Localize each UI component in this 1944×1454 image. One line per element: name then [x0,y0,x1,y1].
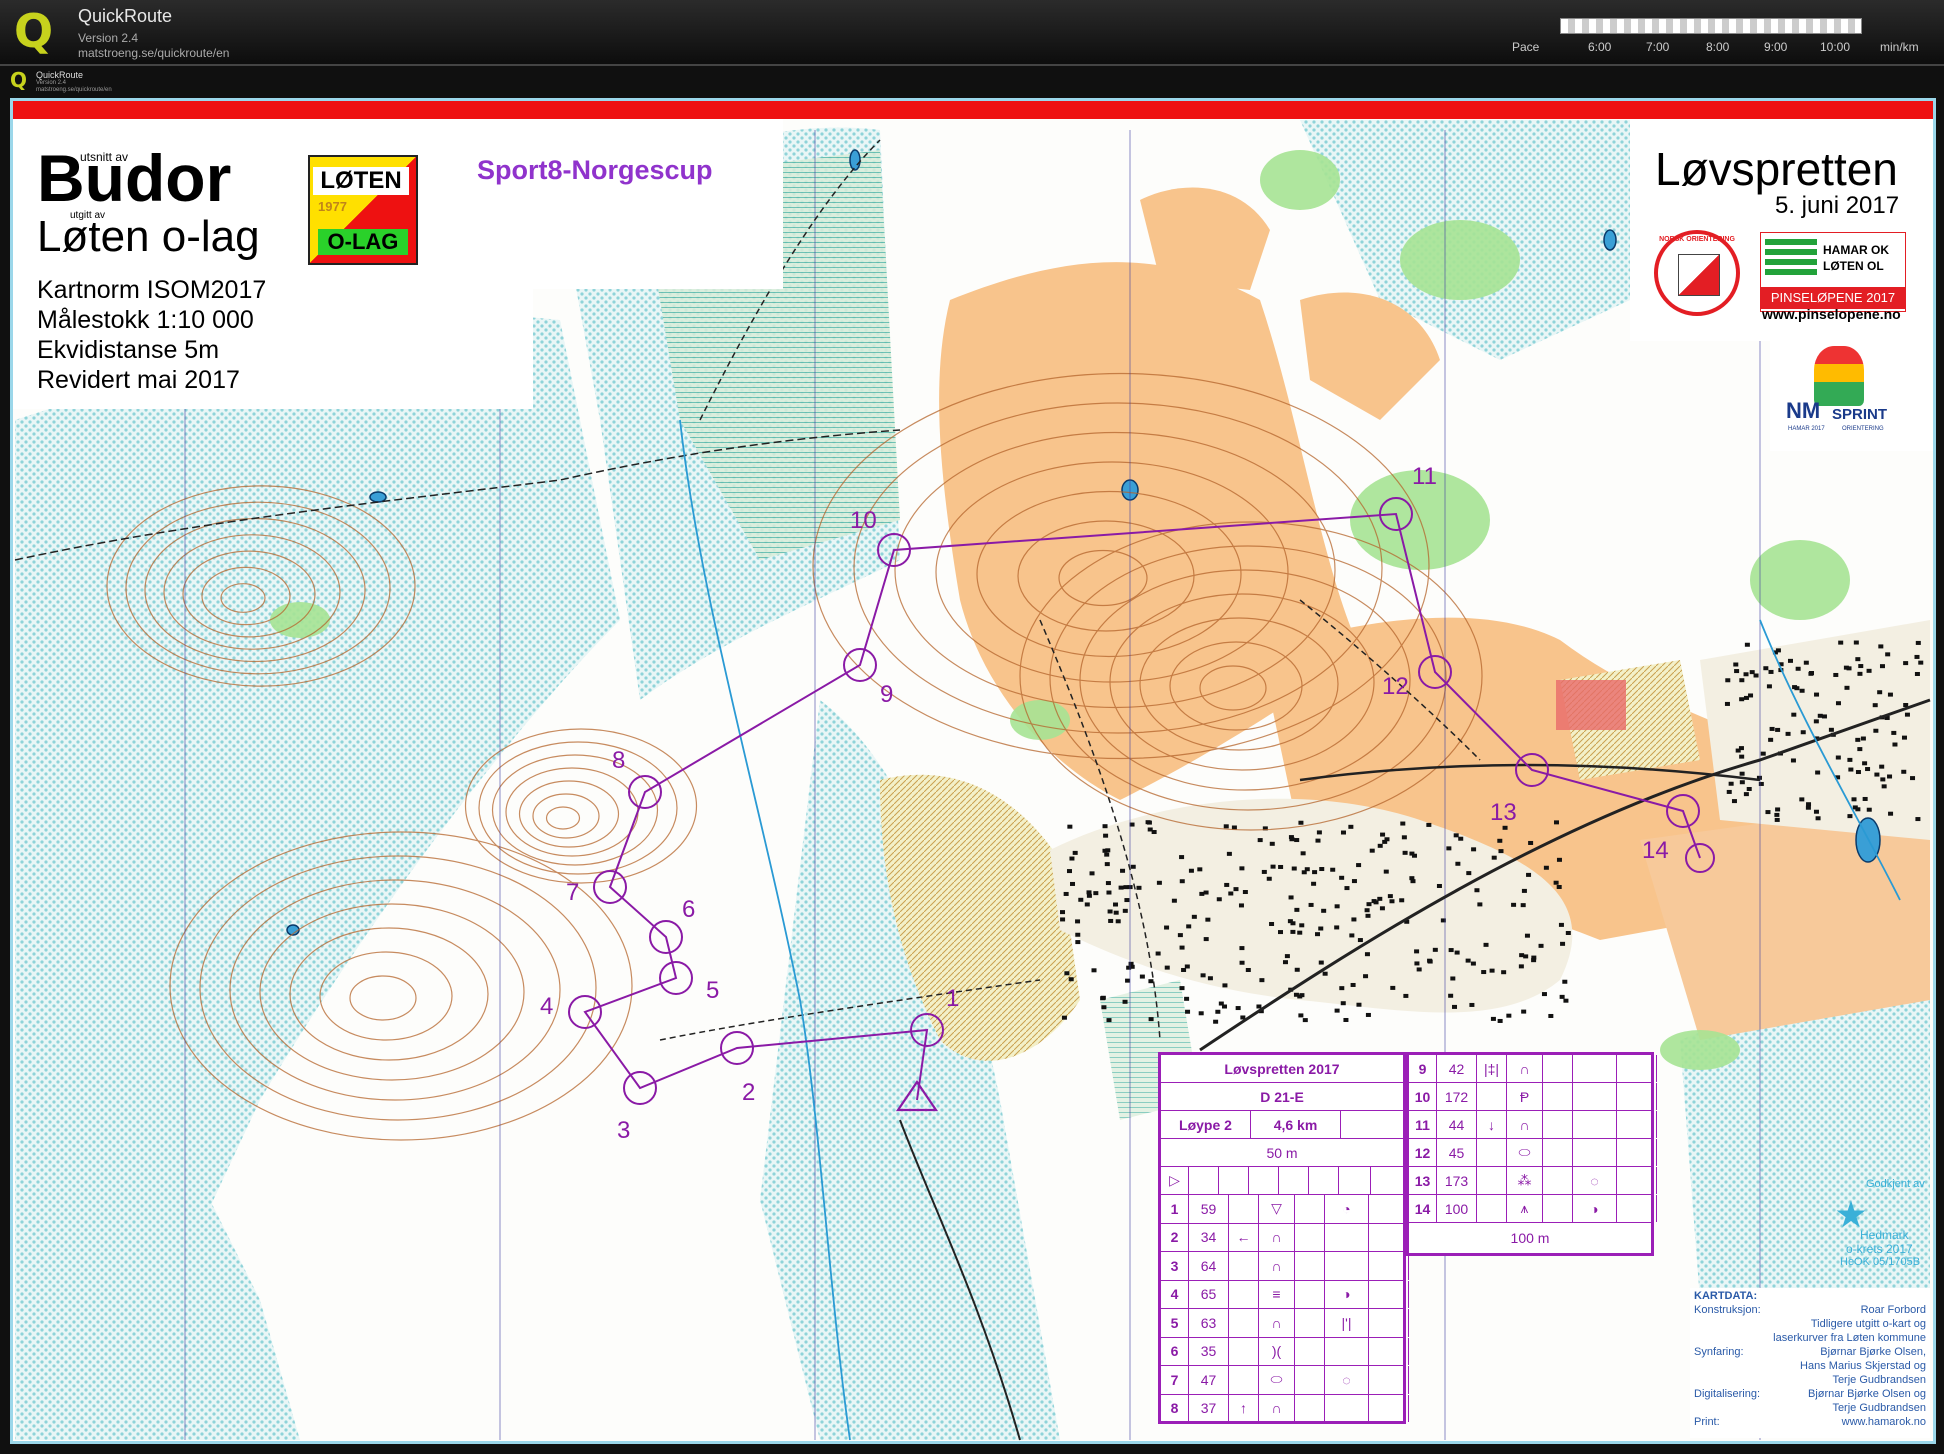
control-number: 3 [617,1117,630,1144]
norsk-orientering-logo: NORSK ORIENTERING [1654,230,1740,316]
publisher-name: Løten o-lag [37,212,260,261]
description-row: 1 59 ▽ ◔ [1161,1195,1409,1224]
description-row: 12 45 ⬭ [1409,1139,1657,1167]
map-info: Revidert mai 2017 [37,366,240,394]
control-description-sheet: Løvspretten 2017 D 21-E Løype 2 4,6 km 5… [1158,1052,1409,1424]
control-number: 2 [742,1079,755,1106]
loten-club-logo: LØTEN 1977 O-LAG [308,155,418,265]
map-top-red-bar [13,101,1933,119]
area-title: Budor [37,141,232,215]
desc-start-symbol-row: ▷ [1161,1167,1403,1195]
control-description-sheet-2: 9 42 |‡| ∩ 10 172 Ᵽ 11 44 ↓ ∩ 12 45 ⬭ 13 173 ⁂ ◌ 14 100 ⩚ ◑ 1… [1406,1052,1657,1256]
event-date: 5. juni 2017 [1775,192,1900,219]
start-triangle-icon: ▷ [1161,1167,1189,1194]
star-icon [1836,1200,1866,1228]
event-title: Løvspretten [1655,143,1898,195]
tree-icon [1765,239,1817,279]
description-row: 11 44 ↓ ∩ [1409,1111,1657,1139]
description-row: 8 37 ↑ ∩ [1161,1394,1409,1423]
kartdata-box: KARTDATA: Konstruksjon: Roar Forbord Tid… [1690,1288,1930,1438]
pinse-url: www.pinselopene.no [1762,306,1901,322]
control-number: 11 [1412,463,1437,490]
control-number: 14 [1642,837,1669,864]
map-info: Ekvidistanse 5m [37,336,220,364]
nm-sprint-logo: NM SPRINT HAMAR 2017 ORIENTERING [1784,346,1904,442]
description-row: 9 42 |‡| ∩ [1409,1055,1657,1083]
runner-icon [1814,346,1864,406]
map-title-box-ext [533,119,783,289]
control-number: 8 [612,747,625,774]
cup-title: Sport8-Norgescup [477,155,713,185]
control-number: 10 [850,507,877,534]
control-number: 5 [706,977,719,1004]
description-row: 3 64 ∩ [1161,1252,1409,1281]
description-row: 7 47 ⬭ ◌ [1161,1366,1409,1395]
desc-class-row: D 21-E [1161,1083,1403,1111]
orienteering-flag-icon [1678,254,1720,296]
control-number: 1 [946,985,959,1012]
control-number: 7 [566,879,579,906]
description-row: 5 63 ∩ |'| [1161,1309,1409,1338]
description-row: 14 100 ⩚ ◑ [1409,1195,1657,1223]
description-row: 6 35)( [1161,1337,1409,1366]
desc-finish-row: 100 m [1510,1230,1550,1246]
desc-start-row: 50 m [1161,1139,1403,1167]
control-number: 13 [1490,799,1517,826]
restricted-area [1556,680,1626,730]
control-number: 12 [1382,673,1409,700]
description-row: 13 173 ⁂ ◌ [1409,1167,1657,1195]
control-number: 6 [682,896,695,923]
description-row: 4 65 ≡ ◑ [1161,1280,1409,1309]
desc-course-row: Løype 2 4,6 km [1161,1111,1403,1139]
hamar-loten-logo: HAMAR OK LØTEN OL PINSELØPENE 2017 [1760,232,1906,312]
map-info: Målestokk 1:10 000 [37,306,254,334]
control-number: 4 [540,993,553,1020]
description-row: 10 172 Ᵽ [1409,1083,1657,1111]
map-info: Kartnorm ISOM2017 [37,276,267,304]
description-row: 2 34 ← ∩ [1161,1223,1409,1252]
approval-stamp: Godkjent av Hedmark o-krets 2017 HeOK 05… [1826,1170,1926,1270]
control-number: 9 [880,681,893,708]
desc-title-row: Løvspretten 2017 [1161,1055,1403,1083]
